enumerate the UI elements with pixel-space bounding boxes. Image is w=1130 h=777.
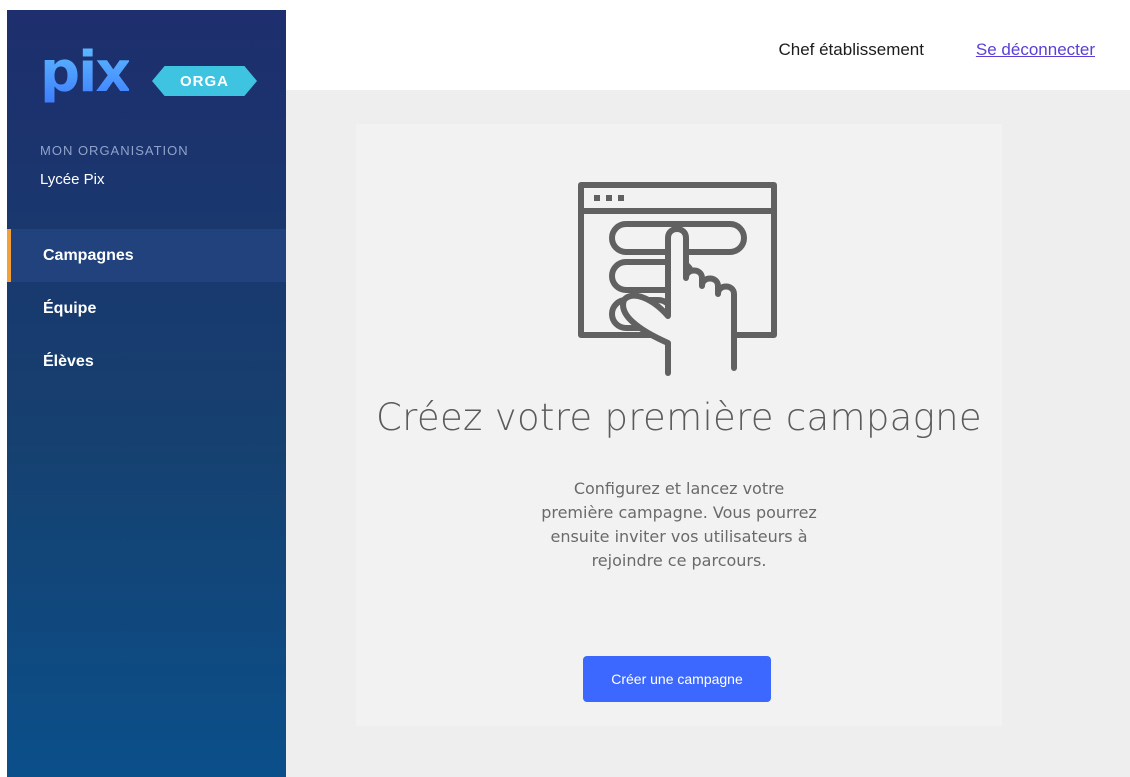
organization-name: Lycée Pix xyxy=(40,171,105,188)
top-bar: Chef établissement Se déconnecter xyxy=(286,10,1130,90)
create-campaign-button[interactable]: Créer une campagne xyxy=(583,656,771,702)
sidebar-item-label: Campagnes xyxy=(43,246,134,264)
sidebar-item-campagnes[interactable]: Campagnes xyxy=(7,229,286,282)
empty-state-card: Créez votre première campagne Configurez… xyxy=(356,124,1002,726)
sidebar-item-label: Élèves xyxy=(43,352,94,370)
logo-text: pix xyxy=(40,40,131,105)
sidebar: pix ORGA MON ORGANISATION Lycée Pix Camp… xyxy=(7,10,286,777)
sidebar-item-equipe[interactable]: Équipe xyxy=(7,282,286,335)
logout-link[interactable]: Se déconnecter xyxy=(976,40,1095,60)
pix-orga-logo[interactable]: pix ORGA xyxy=(40,40,270,105)
sidebar-item-label: Équipe xyxy=(43,299,97,317)
hand-pointing-list-icon xyxy=(578,182,777,376)
empty-state-description: Configurez et lancez votre première camp… xyxy=(541,479,817,570)
empty-state-title: Créez votre première campagne xyxy=(376,396,982,439)
logo-badge: ORGA xyxy=(152,66,257,96)
sidebar-nav: Campagnes Équipe Élèves xyxy=(7,229,286,388)
main-content: Créez votre première campagne Configurez… xyxy=(286,90,1130,777)
user-name: Chef établissement xyxy=(778,40,924,59)
sidebar-item-eleves[interactable]: Élèves xyxy=(7,335,286,388)
organization-label: MON ORGANISATION xyxy=(40,143,189,158)
